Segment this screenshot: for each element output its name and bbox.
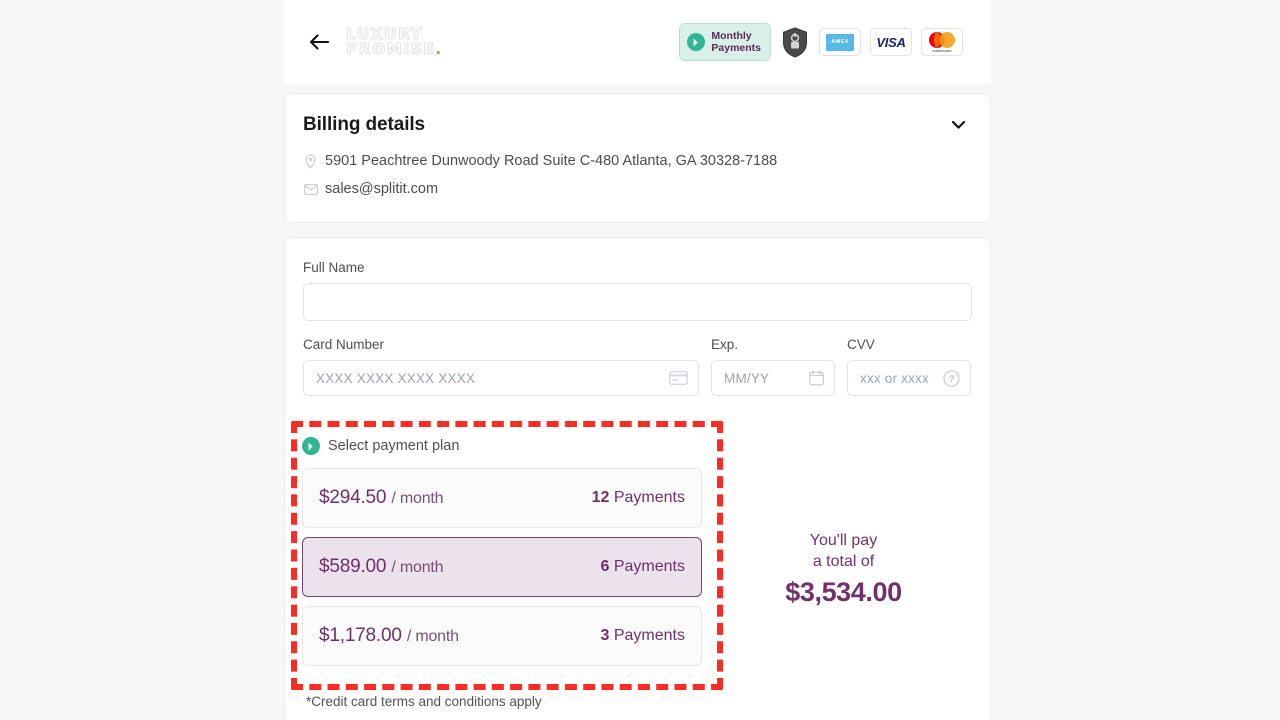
amex-card-badge: AMEX [819,28,861,56]
card-number-placeholder: XXXX XXXX XXXX XXXX [316,370,476,386]
cvv-placeholder: xxx or xxxx [860,370,929,386]
plan-installments: 6 Payments [600,558,686,575]
header-badge-group: Monthly Payments AMEX VISA mastercard [679,23,963,61]
card-number-label: Card Number [303,337,385,352]
splitit-chevron-icon [687,33,706,51]
full-name-input[interactable] [303,283,972,321]
help-question-icon[interactable]: ? [943,369,960,387]
svg-text:?: ? [949,374,954,385]
plan-amount: $589.00 / month [319,556,444,577]
cvv-input[interactable]: xxx or xxxx ? [847,360,971,396]
billing-email-text: sales@splitit.com [325,181,439,197]
payment-plan-label: Select payment plan [328,438,460,454]
mastercard-badge: mastercard [921,28,963,56]
plan-amount: $1,178.00 / month [319,625,459,646]
plan-installments: 12 Payments [591,489,685,506]
envelope-icon [303,181,318,197]
location-pin-icon [303,153,318,169]
total-summary: You'll pay a total of $3,534.00 [742,530,945,608]
total-lead-line-1: You'll pay [809,532,878,549]
expiry-label: Exp. [711,337,739,352]
checkout-page: LUXURY PROMISE. Monthly Payments AMEX VI… [0,0,1280,720]
chevron-down-icon[interactable] [948,115,968,135]
security-shield-badge [780,25,810,59]
splitit-chevron-icon [302,437,320,455]
cvv-group: CVV xxx or xxxx ? [847,337,971,396]
monthly-payments-badge[interactable]: Monthly Payments [679,23,771,61]
plan-amount: $294.50 / month [319,487,444,508]
expiry-placeholder: MM/YY [724,370,770,386]
merchant-header: LUXURY PROMISE. Monthly Payments AMEX VI… [284,0,991,84]
page-title: Billing details [303,114,426,135]
expiry-group: Exp. MM/YY [711,337,835,396]
billing-email-row: sales@splitit.com [303,181,968,197]
back-arrow-icon[interactable] [302,25,336,59]
merchant-logo: LUXURY PROMISE. [345,26,443,58]
plan-option-3[interactable]: $1,178.00 / month 3 Payments [302,606,702,666]
cvv-label: CVV [847,337,875,352]
visa-card-badge: VISA [870,28,912,56]
monthly-payments-label: Monthly Payments [711,30,761,54]
brand-line-2: PROMISE. [345,40,443,58]
billing-address-row: 5901 Peachtree Dunwoody Road Suite C-480… [303,153,968,169]
billing-details-panel: Billing details 5901 Peachtree Dunwoody … [284,93,991,223]
plan-option-12[interactable]: $294.50 / month 12 Payments [302,468,702,528]
credit-card-terms-note: *Credit card terms and conditions apply [306,694,542,709]
card-fields-row: Card Number XXXX XXXX XXXX XXXX Exp. MM/… [303,337,972,396]
credit-card-icon [669,371,688,385]
total-amount: $3,534.00 [785,577,902,607]
payment-plan-heading: Select payment plan [302,437,702,455]
expiry-input[interactable]: MM/YY [711,360,835,396]
payment-plan-section: Select payment plan $294.50 / month 12 P… [302,437,702,675]
total-lead-line-2: a total of [812,553,875,570]
card-number-input[interactable]: XXXX XXXX XXXX XXXX [303,360,699,396]
calendar-icon[interactable] [809,370,824,386]
plan-installments: 3 Payments [600,627,686,644]
card-number-group: Card Number XXXX XXXX XXXX XXXX [303,337,699,396]
full-name-label: Full Name [303,260,365,275]
billing-address-text: 5901 Peachtree Dunwoody Road Suite C-480… [325,153,778,169]
plan-option-6[interactable]: $589.00 / month 6 Payments [302,537,702,597]
header-column: LUXURY PROMISE. Monthly Payments AMEX VI… [284,0,991,84]
billing-details-header[interactable]: Billing details [303,114,968,136]
